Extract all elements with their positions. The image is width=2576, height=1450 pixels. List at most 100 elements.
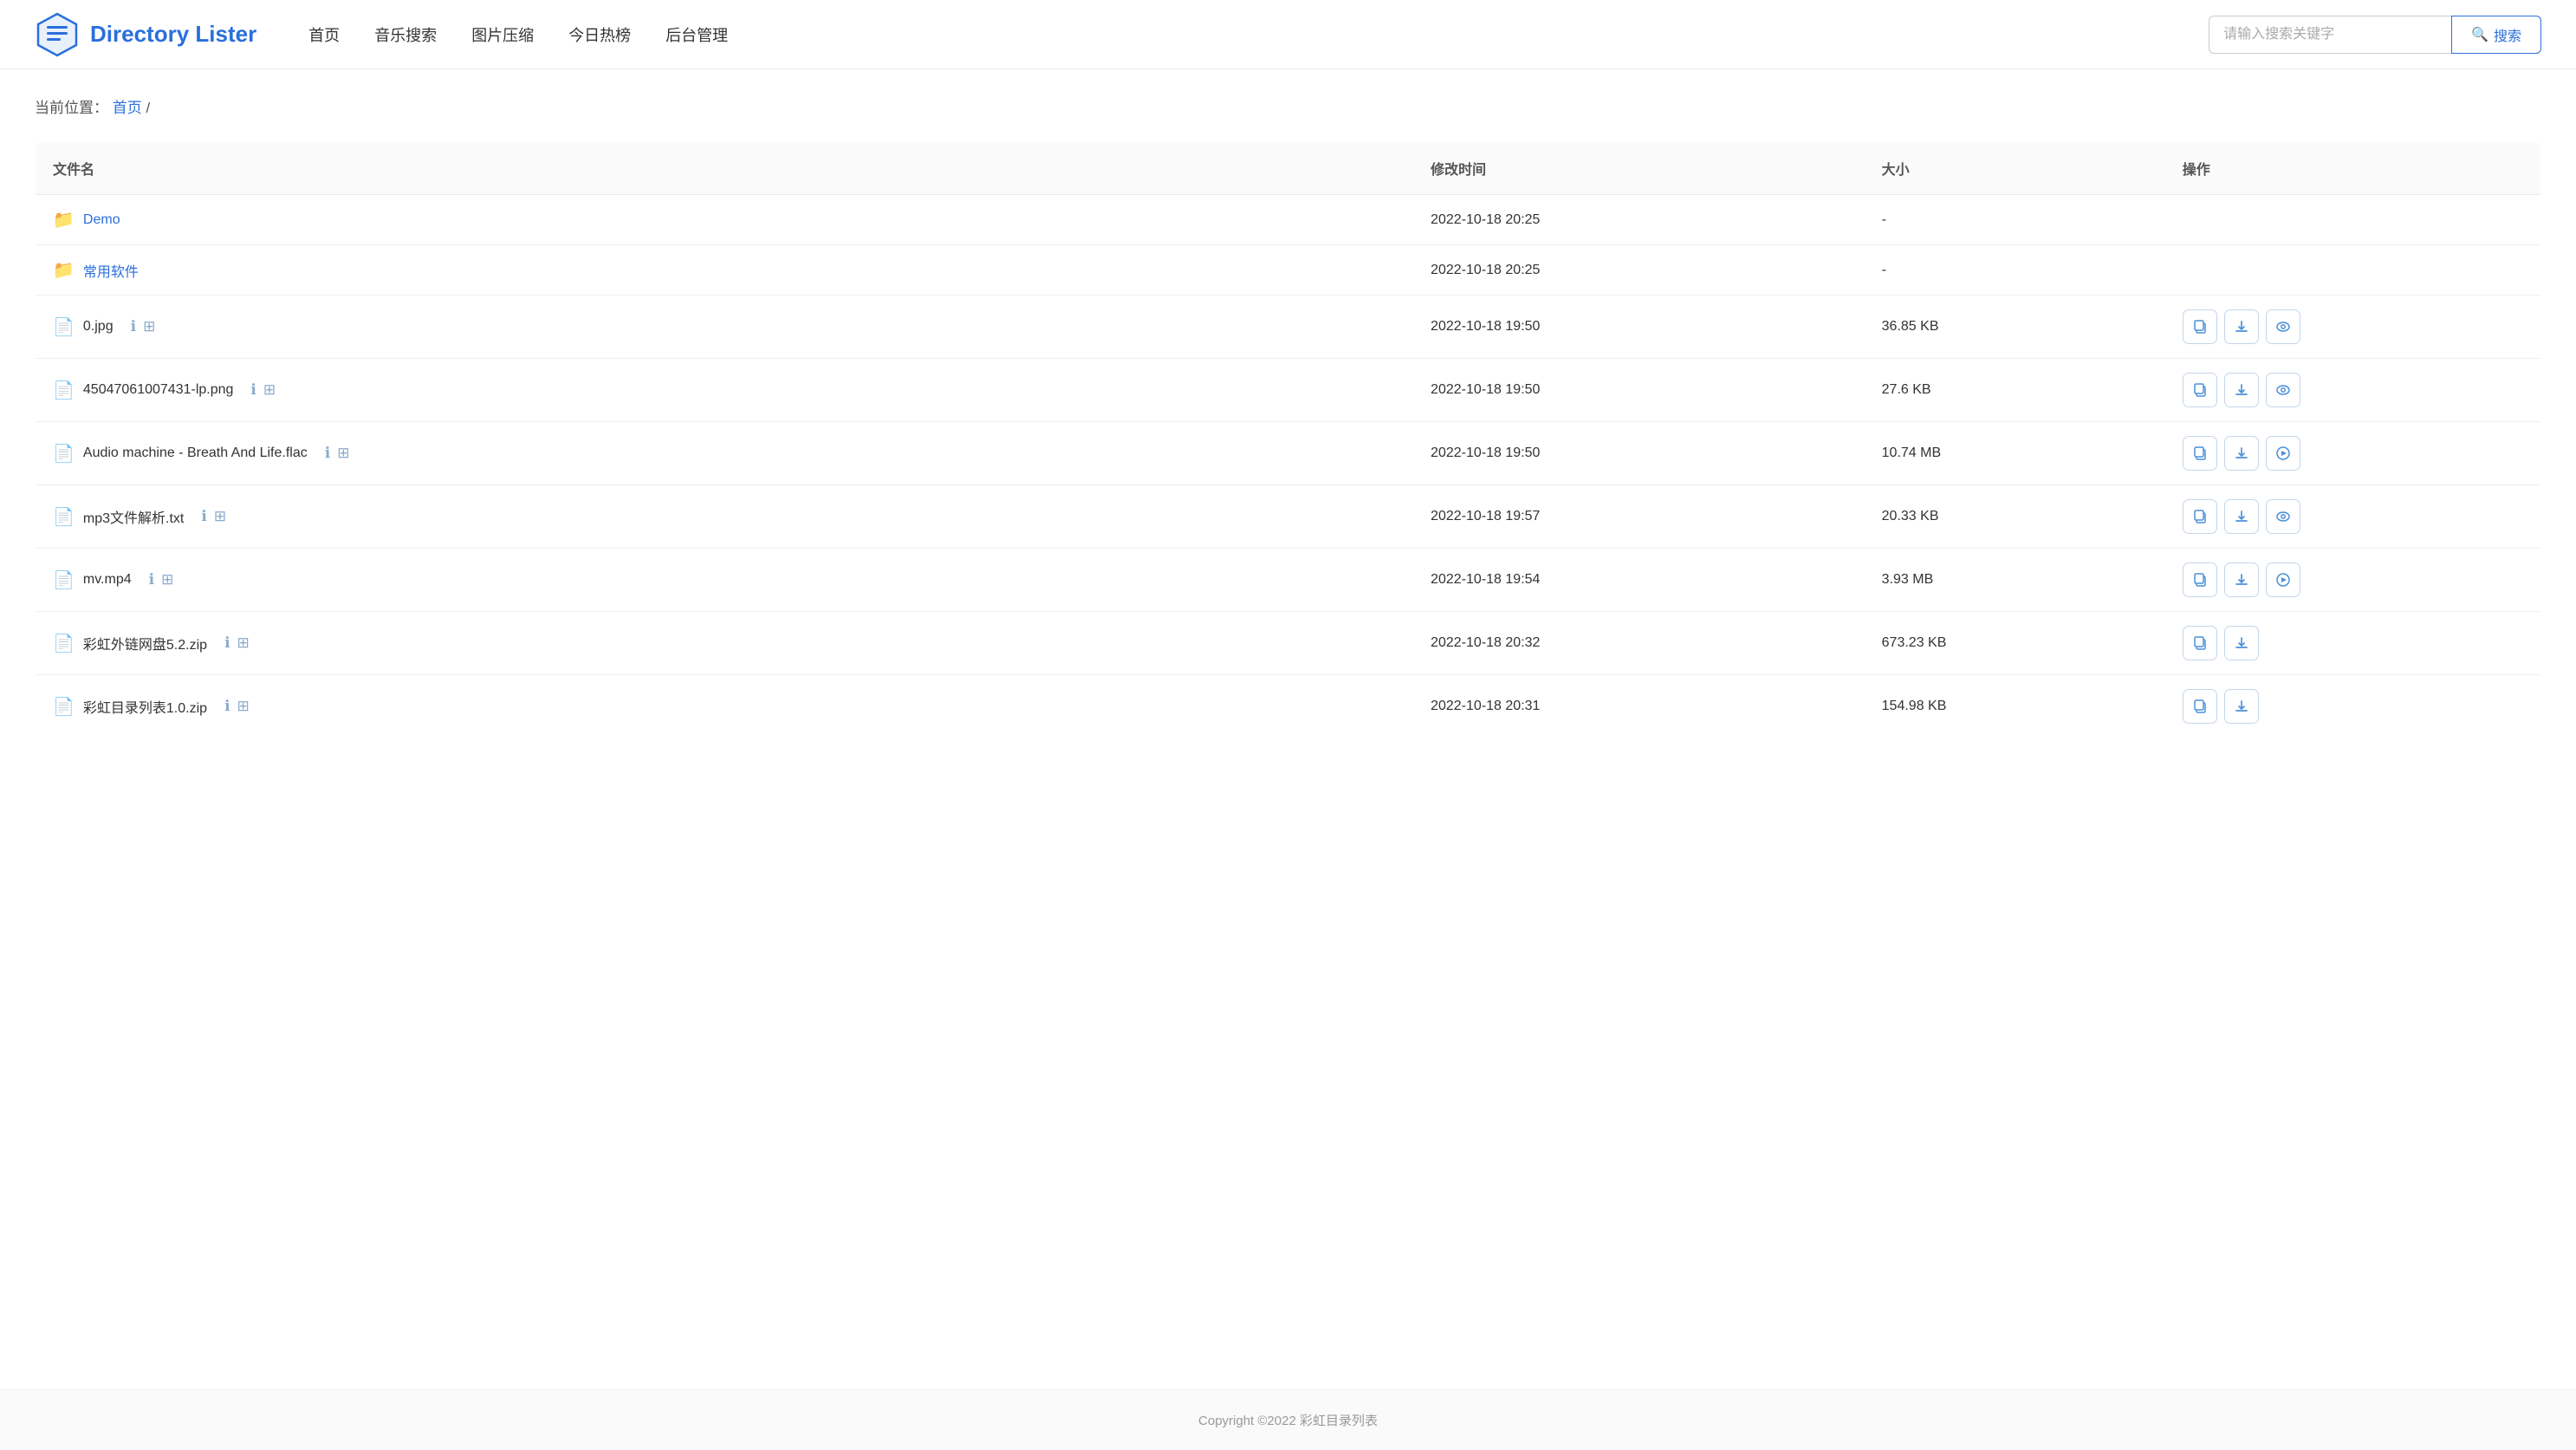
file-icon: 📄: [53, 506, 75, 528]
info-icon[interactable]: ℹ: [149, 571, 154, 588]
qr-icon[interactable]: ⊞: [237, 698, 250, 715]
play-button[interactable]: [2266, 562, 2300, 597]
search-icon: 🔍: [2471, 26, 2488, 43]
table-row: 📁 Demo 2022-10-18 20:25-: [36, 195, 2541, 245]
table-row: 📄 0.jpg ℹ ⊞ 2022-10-18 19:5036.85 KB: [36, 296, 2541, 359]
info-icon[interactable]: ℹ: [250, 381, 256, 399]
preview-button[interactable]: [2266, 373, 2300, 407]
info-icon[interactable]: ℹ: [131, 318, 136, 335]
col-header-size: 大小: [1865, 142, 2165, 195]
file-time: 2022-10-18 19:50: [1413, 422, 1865, 485]
breadcrumb-separator: /: [146, 100, 150, 116]
table-row: 📄mv.mp4ℹ⊞2022-10-18 19:543.93 MB: [36, 549, 2541, 612]
col-header-name: 文件名: [36, 142, 1414, 195]
breadcrumb: 当前位置： 首页 /: [35, 95, 2541, 117]
search-button[interactable]: 🔍 搜索: [2451, 16, 2541, 54]
download-button[interactable]: [2224, 626, 2259, 660]
file-size: 154.98 KB: [1865, 675, 2165, 738]
copy-button[interactable]: [2183, 689, 2217, 724]
qr-icon[interactable]: ⊞: [143, 318, 155, 335]
file-icon: 📄: [53, 633, 75, 654]
download-button[interactable]: [2224, 499, 2259, 534]
table-row: 📄 彩虹目录列表1.0.zip ℹ ⊞ 2022-10-18 20:31154.98 K…: [36, 675, 2541, 738]
file-time: 2022-10-18 19:54: [1413, 549, 1865, 612]
file-time: 2022-10-18 19:50: [1413, 296, 1865, 359]
file-name: 0.jpg: [83, 319, 114, 335]
file-time: 2022-10-18 20:31: [1413, 675, 1865, 738]
file-name[interactable]: 常用软件: [83, 260, 139, 281]
col-header-time: 修改时间: [1413, 142, 1865, 195]
nav-item-admin[interactable]: 后台管理: [665, 20, 728, 49]
info-icon[interactable]: ℹ: [201, 508, 206, 525]
preview-button[interactable]: [2266, 309, 2300, 344]
qr-icon[interactable]: ⊞: [237, 634, 250, 652]
main-content: 当前位置： 首页 / 文件名 修改时间 大小 操作 📁 Demo 2022-10-1…: [0, 69, 2576, 1389]
file-time: 2022-10-18 19:57: [1413, 485, 1865, 549]
download-button[interactable]: [2224, 309, 2259, 344]
logo-icon: [35, 12, 80, 57]
table-header-row: 文件名 修改时间 大小 操作: [36, 142, 2541, 195]
qr-icon[interactable]: ⊞: [161, 571, 173, 588]
file-size: -: [1865, 195, 2165, 245]
main-nav: 首页 音乐搜索 图片压缩 今日热榜 后台管理: [308, 20, 2209, 49]
table-row: 📁常用软件2022-10-18 20:25-: [36, 245, 2541, 296]
play-button[interactable]: [2266, 436, 2300, 471]
footer-text: Copyright ©2022 彩虹目录列表: [1198, 1414, 1378, 1428]
file-name[interactable]: Demo: [83, 212, 120, 228]
info-icon[interactable]: ℹ: [325, 445, 330, 462]
nav-item-music[interactable]: 音乐搜索: [374, 20, 437, 49]
file-name: 45047061007431-lp.png: [83, 382, 234, 398]
logo[interactable]: Directory Lister: [35, 12, 256, 57]
file-name: mv.mp4: [83, 572, 132, 588]
logo-text: Directory Lister: [90, 21, 256, 48]
file-name: Audio machine - Breath And Life.flac: [83, 445, 308, 461]
file-size: 27.6 KB: [1865, 359, 2165, 422]
nav-item-home[interactable]: 首页: [308, 20, 340, 49]
file-icon: 📄: [53, 316, 75, 338]
download-button[interactable]: [2224, 689, 2259, 724]
file-table: 文件名 修改时间 大小 操作 📁 Demo 2022-10-18 20:25-📁 常用…: [35, 141, 2541, 738]
file-icon: 📄: [53, 696, 75, 718]
search-area: 🔍 搜索: [2209, 16, 2541, 54]
preview-button[interactable]: [2266, 499, 2300, 534]
copy-button[interactable]: [2183, 562, 2217, 597]
file-time: 2022-10-18 20:25: [1413, 195, 1865, 245]
file-name: mp3文件解析.txt: [83, 506, 184, 527]
col-header-ops: 操作: [2165, 142, 2541, 195]
download-button[interactable]: [2224, 373, 2259, 407]
qr-icon[interactable]: ⊞: [337, 445, 349, 462]
file-size: -: [1865, 245, 2165, 296]
file-icon: 📄: [53, 569, 75, 591]
copy-button[interactable]: [2183, 373, 2217, 407]
file-icon: 📄: [53, 443, 75, 465]
download-button[interactable]: [2224, 436, 2259, 471]
file-time: 2022-10-18 19:50: [1413, 359, 1865, 422]
file-name: 彩虹目录列表1.0.zip: [83, 696, 207, 717]
file-size: 673.23 KB: [1865, 612, 2165, 675]
table-row: 📄 mp3文件解析.txt ℹ ⊞ 2022-10-18 19:5720.33 KB: [36, 485, 2541, 549]
file-size: 10.74 MB: [1865, 422, 2165, 485]
table-row: 📄彩虹外链网盘5.2.zipℹ⊞2022-10-18 20:32673.23 K…: [36, 612, 2541, 675]
search-input[interactable]: [2209, 16, 2451, 54]
info-icon[interactable]: ℹ: [224, 634, 230, 652]
copy-button[interactable]: [2183, 309, 2217, 344]
file-icon: 📄: [53, 380, 75, 401]
file-name: 彩虹外链网盘5.2.zip: [83, 633, 207, 653]
nav-item-hot[interactable]: 今日热榜: [568, 20, 631, 49]
file-size: 20.33 KB: [1865, 485, 2165, 549]
qr-icon[interactable]: ⊞: [263, 381, 276, 399]
breadcrumb-prefix: 当前位置：: [35, 100, 108, 116]
qr-icon[interactable]: ⊞: [214, 508, 226, 525]
copy-button[interactable]: [2183, 436, 2217, 471]
info-icon[interactable]: ℹ: [224, 698, 230, 715]
folder-icon: 📁: [53, 209, 75, 231]
file-size: 36.85 KB: [1865, 296, 2165, 359]
nav-item-image[interactable]: 图片压缩: [471, 20, 534, 49]
header: Directory Lister 首页 音乐搜索 图片压缩 今日热榜 后台管理 …: [0, 0, 2576, 69]
download-button[interactable]: [2224, 562, 2259, 597]
copy-button[interactable]: [2183, 499, 2217, 534]
breadcrumb-home[interactable]: 首页: [113, 100, 142, 116]
copy-button[interactable]: [2183, 626, 2217, 660]
footer: Copyright ©2022 彩虹目录列表: [0, 1389, 2576, 1450]
file-time: 2022-10-18 20:25: [1413, 245, 1865, 296]
